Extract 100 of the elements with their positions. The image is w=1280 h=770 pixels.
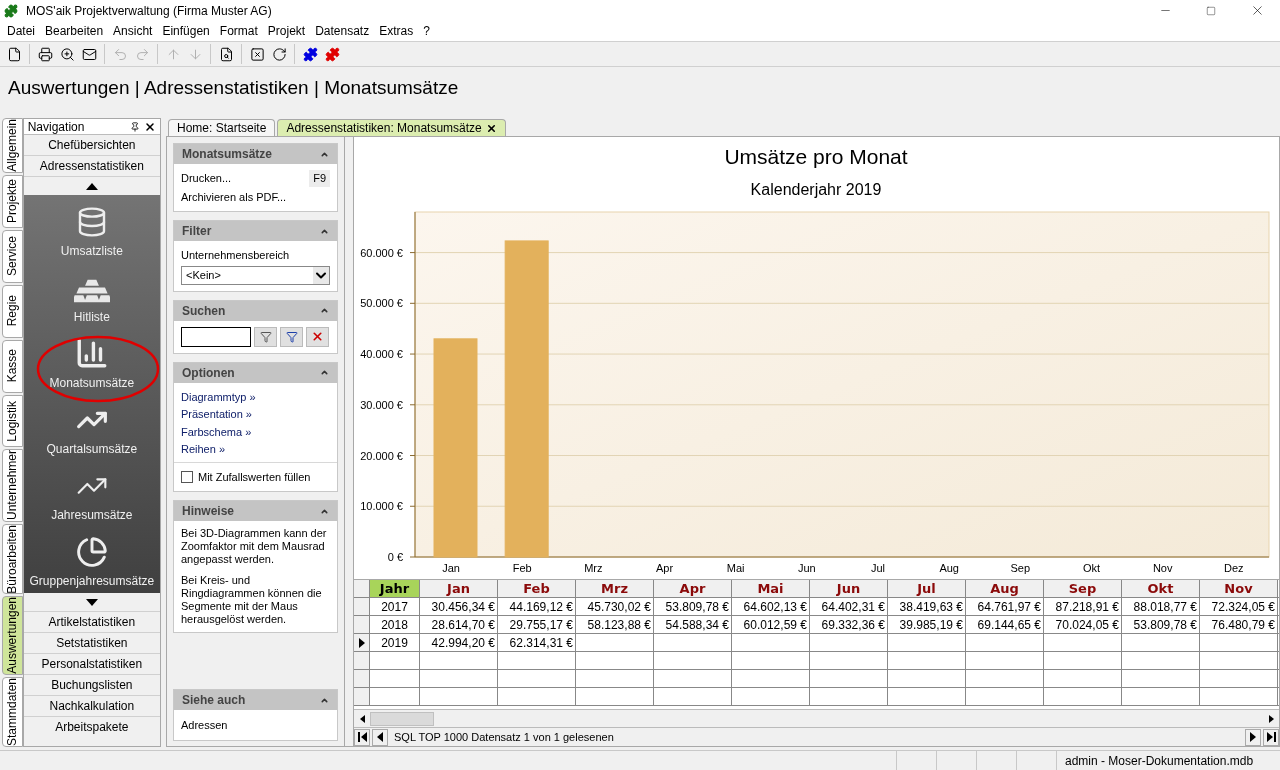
column-header[interactable]: Aug (966, 580, 1044, 597)
navigation-item[interactable]: Quartalsumsätze (23, 395, 160, 461)
navigation-group[interactable]: Artikelstatistiken (23, 611, 160, 632)
panel-header[interactable]: Hinweise (174, 501, 337, 521)
x-tick-label: Mai (726, 562, 745, 574)
side-tab[interactable]: Allgemein (2, 118, 23, 173)
menu-item[interactable]: Datensatz (310, 22, 375, 40)
side-tab[interactable]: Kasse (2, 339, 23, 393)
menu-item[interactable]: Extras (374, 22, 419, 40)
first-record-button[interactable] (354, 728, 370, 746)
navigation-item[interactable]: Gruppenjahresumsätze (23, 527, 160, 593)
navigation-group[interactable]: Arbeitspakete (23, 716, 160, 737)
menu-item[interactable]: Datei (2, 22, 40, 40)
down-arrow-icon (85, 598, 98, 606)
previous-record-button[interactable] (372, 728, 388, 746)
navigation-item[interactable]: Jahresumsätze (23, 461, 160, 527)
side-tab[interactable]: Projekte (2, 174, 23, 228)
column-header[interactable]: Apr (654, 580, 732, 597)
navigation-item[interactable]: Umsatzliste (23, 197, 160, 263)
action-link[interactable]: Drucken... (181, 170, 232, 187)
navigation-item-label: Hitliste (73, 309, 110, 326)
table-cell: 69.144,65 € (966, 616, 1044, 633)
panel-header[interactable]: Optionen (174, 362, 337, 383)
x-tick-label: Sep (1010, 562, 1031, 574)
x-tick-label: Aug (939, 562, 959, 574)
x-tick-label: Dez (1224, 562, 1244, 574)
page-heading: Auswertungen | Adressenstatistiken | Monatsumsätze (8, 76, 459, 101)
column-header[interactable]: Feb (498, 580, 576, 597)
x-tick-label: Mrz (584, 562, 603, 574)
x-tick-label: Jul (870, 562, 886, 574)
side-tab[interactable]: Stammdaten (2, 676, 23, 747)
see-also-link[interactable]: Adressen (181, 719, 228, 731)
navigation-item[interactable]: Monatsumsätze (23, 329, 160, 395)
search-field[interactable] (181, 326, 251, 347)
menu-item[interactable]: Projekt (262, 22, 311, 40)
filter-apply-button[interactable] (254, 326, 277, 347)
panel-header[interactable]: Monatsumsätze (174, 144, 337, 164)
side-tab[interactable]: Unternehmer (2, 449, 23, 522)
navigation-group[interactable]: Setstatistiken (23, 632, 160, 653)
table-cell: 44.169,12 € (498, 598, 576, 615)
y-tick-label: 0 € (387, 551, 403, 563)
x-tick-label: Nov (1152, 562, 1173, 574)
option-link[interactable]: Farbschema » (181, 423, 330, 440)
filter-list-button[interactable] (280, 326, 303, 347)
first-icon (357, 732, 367, 742)
side-tab[interactable]: Büroarbeiten (2, 523, 23, 595)
panel-header[interactable]: Siehe auch (174, 690, 337, 710)
scroll-right-icon (1268, 714, 1274, 723)
option-link[interactable]: Reihen » (181, 441, 330, 458)
scrollbar-thumb[interactable] (370, 711, 434, 726)
horizontal-scrollbar[interactable] (354, 709, 1279, 727)
checkbox[interactable] (181, 470, 193, 483)
last-record-button[interactable] (1263, 728, 1279, 746)
panel-header[interactable]: Filter (174, 221, 337, 241)
status-text: admin - Moser-Dokumentation.mdb (1065, 752, 1254, 770)
menu-item[interactable]: Ansicht (108, 22, 158, 40)
next-record-button[interactable] (1245, 728, 1261, 746)
document-tab[interactable]: Home: Startseite (168, 119, 276, 136)
panel-header[interactable]: Suchen (174, 300, 337, 321)
pin-icon[interactable] (130, 121, 140, 132)
navigation-group[interactable]: Personalstatistiken (23, 653, 160, 674)
option-link[interactable]: Präsentation » (181, 406, 330, 423)
navigation-group[interactable]: Chefübersichten (23, 135, 160, 156)
side-tab[interactable]: Service (2, 229, 23, 283)
side-tab[interactable]: Auswertungen (2, 596, 23, 675)
column-header[interactable]: Jun (810, 580, 888, 597)
column-header[interactable]: Jan (420, 580, 498, 597)
side-tab[interactable]: Logistik (2, 394, 23, 448)
document-tab[interactable]: Adressenstatistiken: Monatsumsätze (277, 119, 506, 136)
navigation-group[interactable]: Nachkalkulation (23, 695, 160, 716)
column-header[interactable]: Sep (1044, 580, 1122, 597)
menu-item[interactable]: ? (418, 22, 435, 40)
table-cell: 2019 (370, 634, 420, 651)
side-tab[interactable]: Regie (2, 284, 23, 338)
column-header[interactable]: Jahr (370, 580, 420, 597)
column-header[interactable]: Okt (1122, 580, 1200, 597)
close-tab-icon[interactable] (485, 122, 497, 134)
column-header[interactable]: Mrz (576, 580, 654, 597)
x-tick-label: Jun (797, 562, 816, 574)
action-link[interactable]: Archivieren als PDF... (181, 188, 287, 205)
navigation-item[interactable]: Hitliste (23, 263, 160, 329)
menu-item[interactable]: Bearbeiten (40, 22, 109, 40)
dropdown[interactable]: <Kein> (181, 265, 330, 285)
column-header[interactable]: Jul (888, 580, 966, 597)
navigation-group[interactable]: Adressenstatistiken (23, 156, 160, 177)
menu-item[interactable]: Einfügen (157, 22, 215, 40)
restore-icon (1206, 5, 1216, 16)
menu-item[interactable]: Format (214, 22, 263, 40)
table-cell: 38.419,63 € (888, 598, 966, 615)
column-header[interactable]: Nov (1200, 580, 1278, 597)
y-tick-label: 20.000 € (360, 449, 403, 462)
table-cell: 69.332,36 € (810, 616, 888, 633)
navigation-group[interactable]: Buchungslisten (23, 674, 160, 695)
table-cell: 30.456,34 € (420, 598, 498, 615)
column-header[interactable]: Mai (732, 580, 810, 597)
y-tick-label: 30.000 € (360, 398, 403, 411)
close-icon[interactable] (144, 120, 156, 133)
row-header[interactable] (354, 634, 370, 651)
option-link[interactable]: Diagrammtyp » (181, 388, 330, 405)
filter-clear-button[interactable] (306, 326, 329, 347)
